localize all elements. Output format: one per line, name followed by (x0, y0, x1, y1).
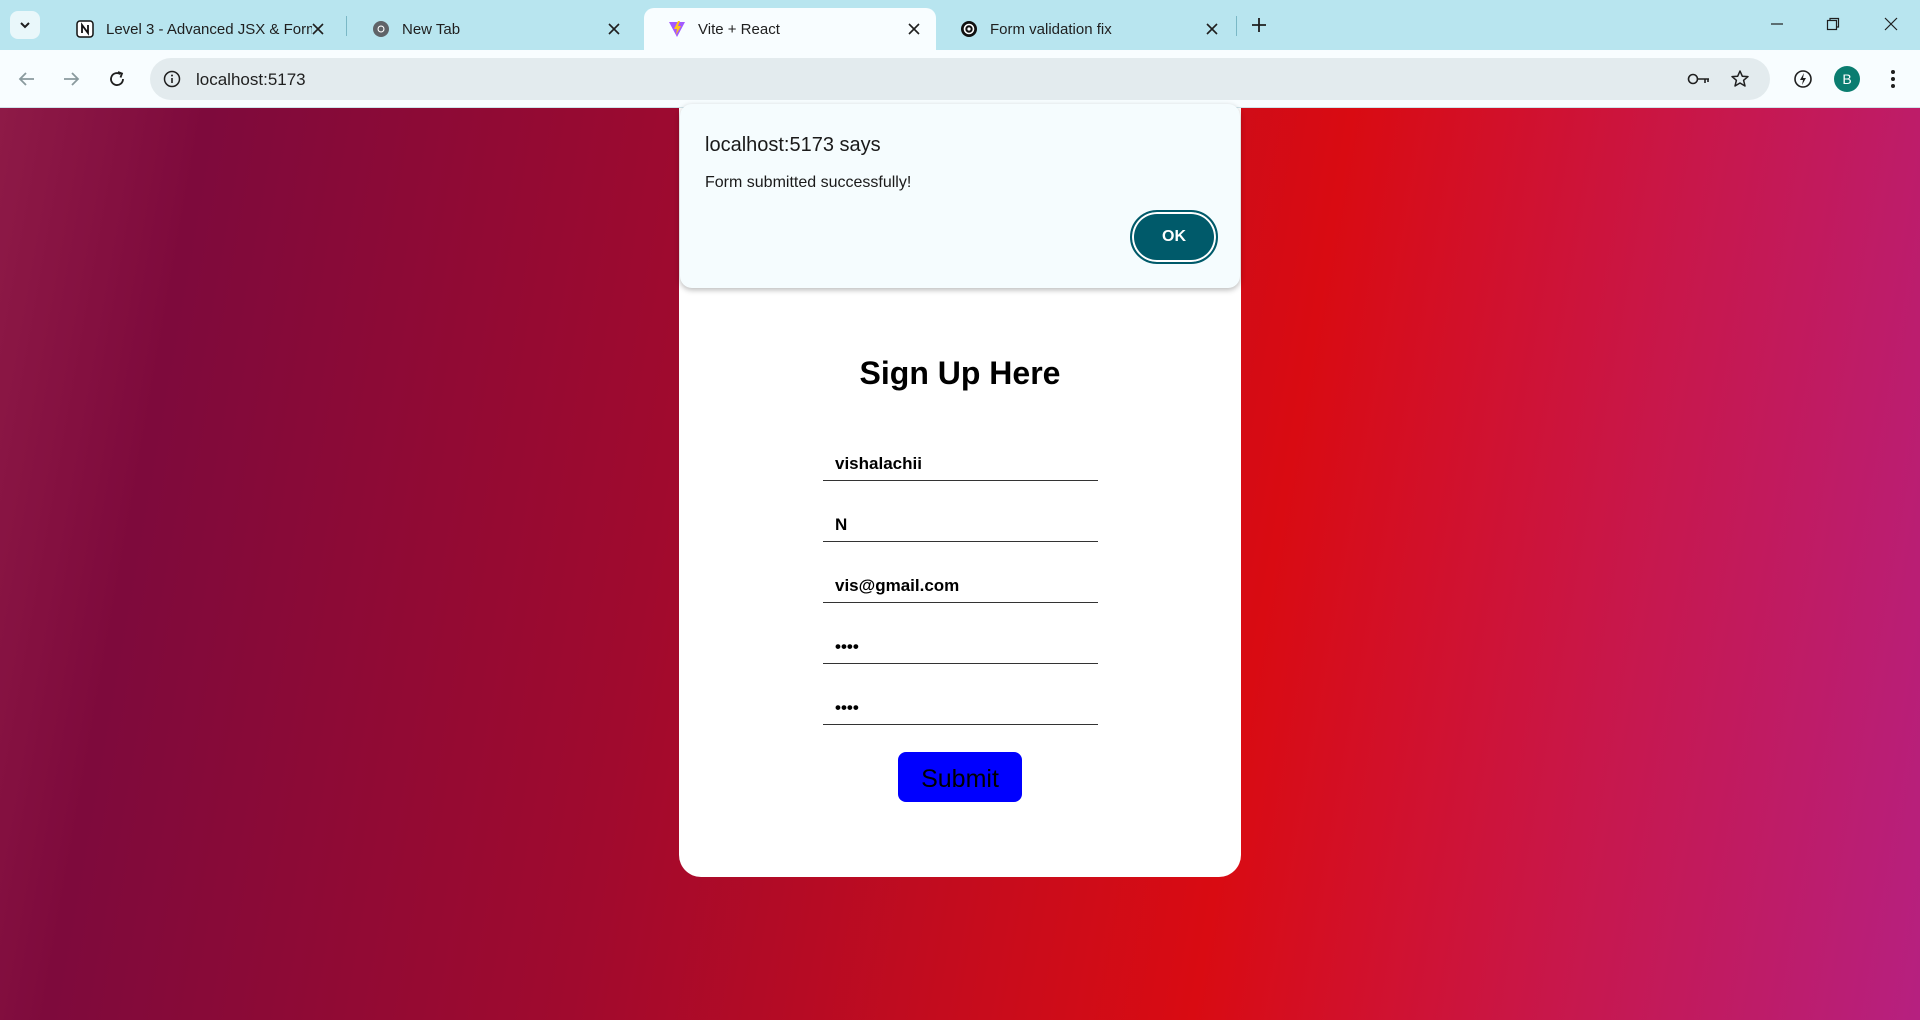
reload-icon (110, 71, 124, 86)
arrow-left-icon (18, 72, 34, 86)
arrow-right-icon (64, 72, 80, 86)
site-info-icon[interactable] (162, 69, 182, 89)
tab-title: Level 3 - Advanced JSX & Form (106, 20, 312, 38)
address-bar[interactable]: localhost:5173 (150, 58, 1770, 100)
tab-search-button[interactable] (10, 11, 40, 39)
minimize-icon (1771, 23, 1783, 25)
tab-strip: Level 3 - Advanced JSX & Form New Tab Vi… (0, 0, 1920, 50)
tab-form-validation[interactable]: Form validation fix (936, 8, 1234, 50)
url-text[interactable]: localhost:5173 (196, 70, 306, 90)
close-icon[interactable] (1204, 21, 1220, 37)
close-icon[interactable] (310, 21, 326, 37)
password-key-icon[interactable] (1687, 68, 1711, 90)
password-field[interactable] (823, 617, 1098, 664)
restore-icon (1826, 17, 1840, 31)
ok-button[interactable]: OK (1130, 210, 1218, 264)
dialog-title: localhost:5173 says (705, 134, 881, 156)
back-button[interactable] (12, 64, 42, 94)
performance-icon (1794, 70, 1812, 88)
close-icon[interactable] (606, 21, 622, 37)
tab-divider (346, 16, 347, 36)
close-icon (1884, 17, 1898, 31)
chrome-icon (372, 20, 390, 38)
performance-button[interactable] (1788, 64, 1818, 94)
new-tab-button[interactable] (1246, 12, 1272, 38)
minimize-button[interactable] (1754, 6, 1800, 42)
bookmark-star-icon[interactable] (1728, 68, 1752, 90)
confirm-password-field[interactable] (823, 678, 1098, 725)
tab-divider (1236, 16, 1237, 36)
plus-icon (1252, 18, 1266, 32)
submit-button[interactable]: Submit (898, 752, 1022, 802)
tab-title: New Tab (402, 20, 461, 38)
close-icon[interactable] (906, 21, 922, 37)
chevron-down-icon (20, 22, 30, 29)
email-field[interactable] (823, 556, 1098, 603)
reload-button[interactable] (102, 64, 132, 94)
first-name-input[interactable] (823, 434, 1098, 481)
avatar[interactable]: B (1834, 66, 1860, 92)
browser-toolbar: localhost:5173 B (0, 50, 1920, 108)
alert-dialog: localhost:5173 says Form submitted succe… (680, 104, 1240, 288)
tab-title: Form validation fix (990, 20, 1112, 38)
chatgpt-icon (960, 20, 978, 38)
forward-button[interactable] (56, 64, 86, 94)
last-name-input[interactable] (823, 495, 1098, 542)
page-title: Sign Up Here (859, 355, 1061, 391)
dialog-message: Form submitted successfully! (705, 174, 912, 191)
vite-icon (668, 20, 686, 38)
menu-button[interactable] (1878, 64, 1908, 94)
tab-new-tab[interactable]: New Tab (348, 8, 636, 50)
tab-title: Vite + React (698, 20, 780, 38)
tab-notion[interactable]: Level 3 - Advanced JSX & Form (52, 8, 340, 50)
restore-button[interactable] (1810, 6, 1856, 42)
tab-vite-react[interactable]: Vite + React (644, 8, 936, 50)
window-close-button[interactable] (1868, 6, 1914, 42)
notion-icon (76, 20, 94, 38)
more-vertical-icon (1891, 70, 1895, 88)
